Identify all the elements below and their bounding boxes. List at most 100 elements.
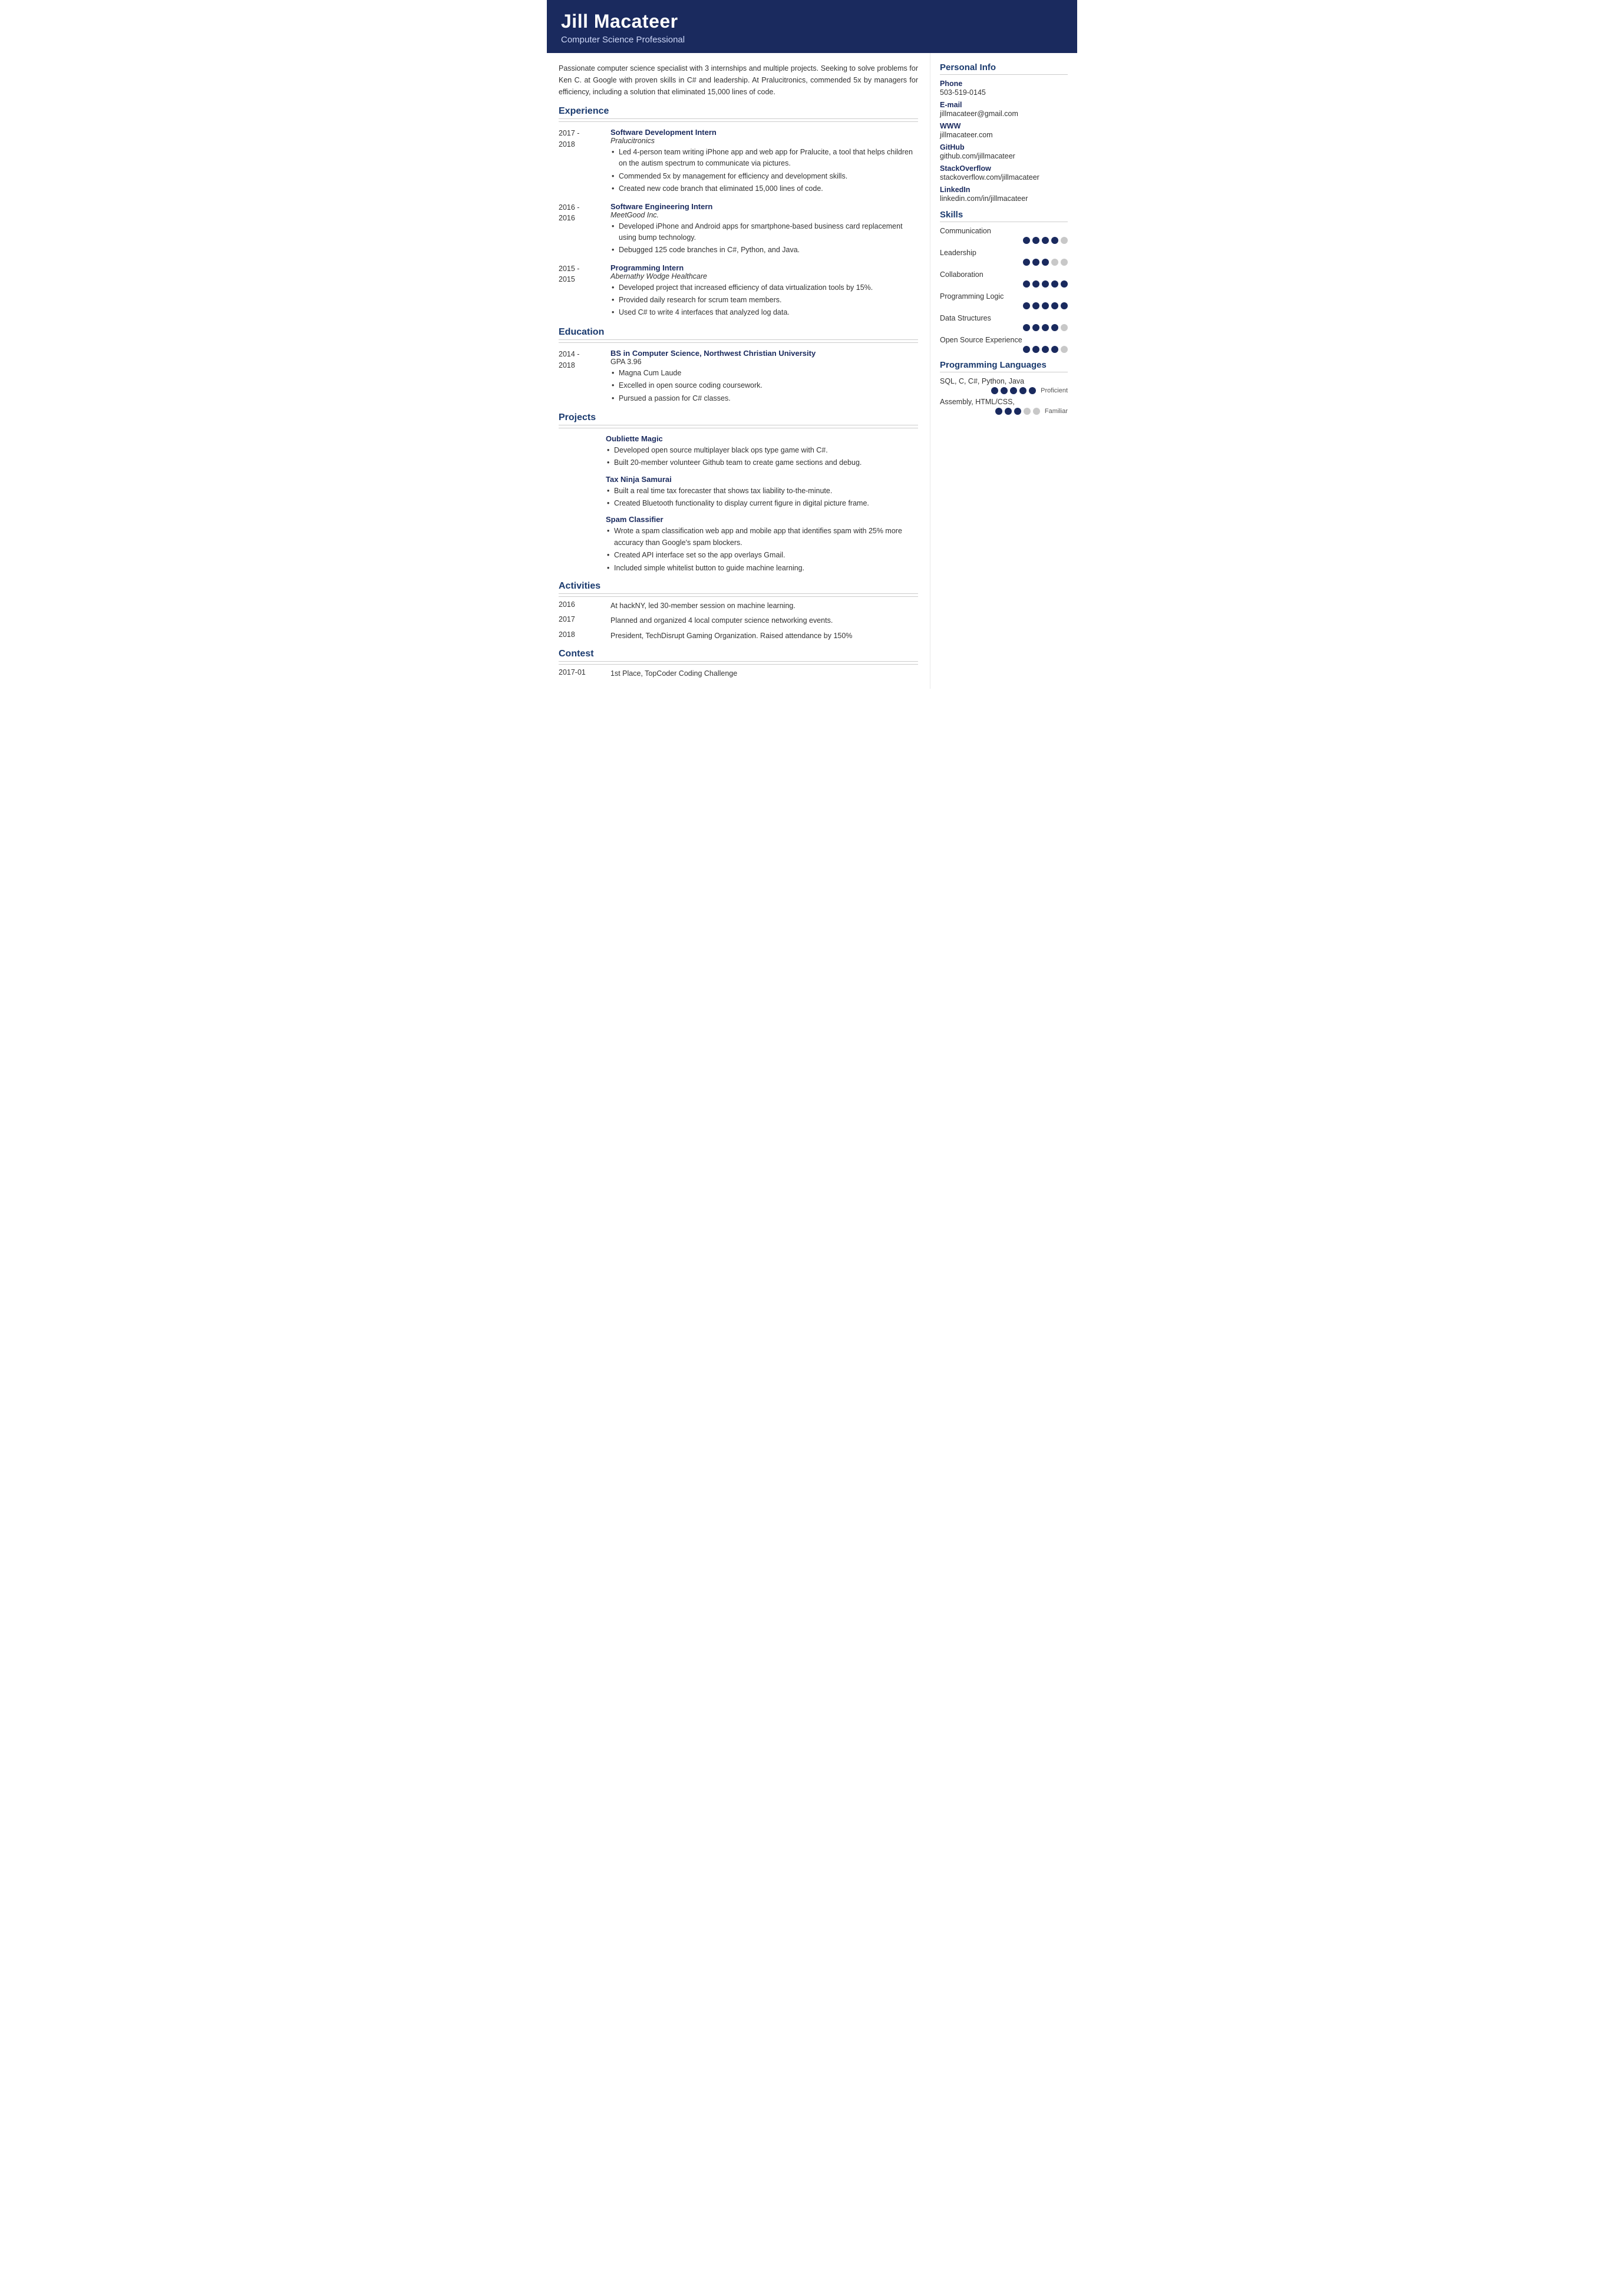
lang-proficiency-label: Familiar (1045, 408, 1068, 415)
entry-jobtitle: BS in Computer Science, Northwest Christ… (610, 349, 918, 358)
phone-block: Phone 503-519-0145 (940, 80, 1068, 97)
dot-filled (1032, 259, 1039, 266)
skills-list: Communication Leadership Collaboration P… (940, 227, 1068, 353)
project-bullet: Developed open source multiplayer black … (606, 445, 918, 456)
left-column: Passionate computer science specialist w… (547, 53, 930, 689)
project-entries: Oubliette Magic Developed open source mu… (559, 434, 918, 574)
personal-info-title: Personal Info (940, 62, 1068, 75)
entry-bullet: Pursued a passion for C# classes. (610, 393, 918, 404)
skill-name: Data Structures (940, 314, 1068, 322)
dot-filled (1023, 302, 1030, 309)
project-bullets: Developed open source multiplayer black … (606, 445, 918, 469)
experience-entries: 2017 -2018 Software Development Intern P… (559, 128, 918, 320)
activity-entry: 2017 Planned and organized 4 local compu… (559, 615, 918, 626)
dot-filled (1051, 302, 1058, 309)
entry-date: 2016 -2016 (559, 202, 601, 257)
entry-company: MeetGood Inc. (610, 211, 918, 219)
lang-name: SQL, C, C#, Python, Java (940, 377, 1068, 385)
dot-filled (1032, 324, 1039, 331)
skills-title: Skills (940, 210, 1068, 222)
dot-filled (1023, 324, 1030, 331)
contest-divider (559, 664, 918, 665)
dot-filled (991, 387, 998, 394)
activity-entry: 2016 At hackNY, led 30-member session on… (559, 600, 918, 612)
skill-name: Collaboration (940, 270, 1068, 279)
lang-row: SQL, C, C#, Python, Java Proficient (940, 377, 1068, 394)
entry-bullet: Commended 5x by management for efficienc… (610, 171, 918, 182)
dot-filled (1023, 237, 1030, 244)
github-value: github.com/jillmacateer (940, 152, 1068, 160)
dot-filled (1032, 302, 1039, 309)
projects-section-title: Projects (559, 412, 918, 425)
contest-section-title: Contest (559, 649, 918, 662)
activity-entry: 2018 President, TechDisrupt Gaming Organ… (559, 630, 918, 642)
programming-languages-title: Programming Languages (940, 360, 1068, 372)
skill-dots (940, 280, 1068, 288)
entry-company: Pralucitronics (610, 137, 918, 145)
project-bullet: Created Bluetooth functionality to displ… (606, 498, 918, 509)
entry-date: 2017 -2018 (559, 128, 601, 196)
skill-dots (940, 259, 1068, 266)
skill-row: Communication (940, 227, 1068, 244)
dot-filled (1051, 237, 1058, 244)
linkedin-value: linkedin.com/in/jillmacateer (940, 194, 1068, 203)
lang-row: Assembly, HTML/CSS, Familiar (940, 398, 1068, 415)
project-bullets: Wrote a spam classification web app and … (606, 526, 918, 574)
dot-filled (1029, 387, 1036, 394)
stackoverflow-value: stackoverflow.com/jillmacateer (940, 173, 1068, 181)
email-value: jillmacateer@gmail.com (940, 110, 1068, 118)
dot-filled (1042, 346, 1049, 353)
activity-date: 2017 (559, 615, 601, 626)
entry-bullet: Provided daily research for scrum team m… (610, 295, 918, 306)
skill-row: Programming Logic (940, 292, 1068, 309)
dot-filled (1042, 280, 1049, 288)
lang-name: Assembly, HTML/CSS, (940, 398, 1068, 406)
contest-date: 2017-01 (559, 668, 601, 679)
linkedin-label: LinkedIn (940, 186, 1068, 194)
entry-content: Programming Intern Abernathy Wodge Healt… (610, 263, 918, 320)
education-divider (559, 342, 918, 343)
activity-date: 2016 (559, 600, 601, 612)
dot-empty (1061, 259, 1068, 266)
skill-name: Communication (940, 227, 1068, 235)
education-section-title: Education (559, 327, 918, 340)
skill-dots (940, 237, 1068, 244)
dot-filled (1061, 302, 1068, 309)
dot-empty (1051, 259, 1058, 266)
dot-filled (1023, 259, 1030, 266)
entry-bullet: Magna Cum Laude (610, 368, 918, 379)
linkedin-block: LinkedIn linkedin.com/in/jillmacateer (940, 186, 1068, 203)
activity-text: President, TechDisrupt Gaming Organizati… (610, 630, 918, 642)
skill-name: Programming Logic (940, 292, 1068, 301)
summary-text: Passionate computer science specialist w… (559, 62, 918, 98)
lang-proficiency-label: Proficient (1041, 387, 1068, 394)
phone-label: Phone (940, 80, 1068, 88)
project-bullet: Wrote a spam classification web app and … (606, 526, 918, 549)
activity-text: Planned and organized 4 local computer s… (610, 615, 918, 626)
dot-filled (1010, 387, 1017, 394)
www-block: WWW jillmacateer.com (940, 122, 1068, 139)
skill-name: Leadership (940, 249, 1068, 257)
dot-filled (1032, 237, 1039, 244)
skill-dots (940, 346, 1068, 353)
entry-content: Software Development Intern Pralucitroni… (610, 128, 918, 196)
entry-gpa: GPA 3.96 (610, 358, 918, 366)
dot-filled (1001, 387, 1008, 394)
stackoverflow-block: StackOverflow stackoverflow.com/jillmaca… (940, 164, 1068, 181)
skill-row: Leadership (940, 249, 1068, 266)
project-bullet: Created API interface set so the app ove… (606, 550, 918, 561)
entry-bullets: Developed iPhone and Android apps for sm… (610, 221, 918, 256)
experience-section-title: Experience (559, 106, 918, 119)
education-entries: 2014 -2018 BS in Computer Science, North… (559, 349, 918, 405)
www-value: jillmacateer.com (940, 131, 1068, 139)
main-layout: Passionate computer science specialist w… (547, 53, 1077, 689)
entry-bullet: Created new code branch that eliminated … (610, 183, 918, 194)
dot-filled (1032, 346, 1039, 353)
entry-bullet: Used C# to write 4 interfaces that analy… (610, 307, 918, 318)
entry-bullets: Magna Cum LaudeExcelled in open source c… (610, 368, 918, 404)
contest-text: 1st Place, TopCoder Coding Challenge (610, 668, 918, 679)
github-label: GitHub (940, 143, 1068, 151)
activities-divider (559, 596, 918, 597)
project-bullet: Built a real time tax forecaster that sh… (606, 486, 918, 497)
entry-bullet: Led 4-person team writing iPhone app and… (610, 147, 918, 170)
